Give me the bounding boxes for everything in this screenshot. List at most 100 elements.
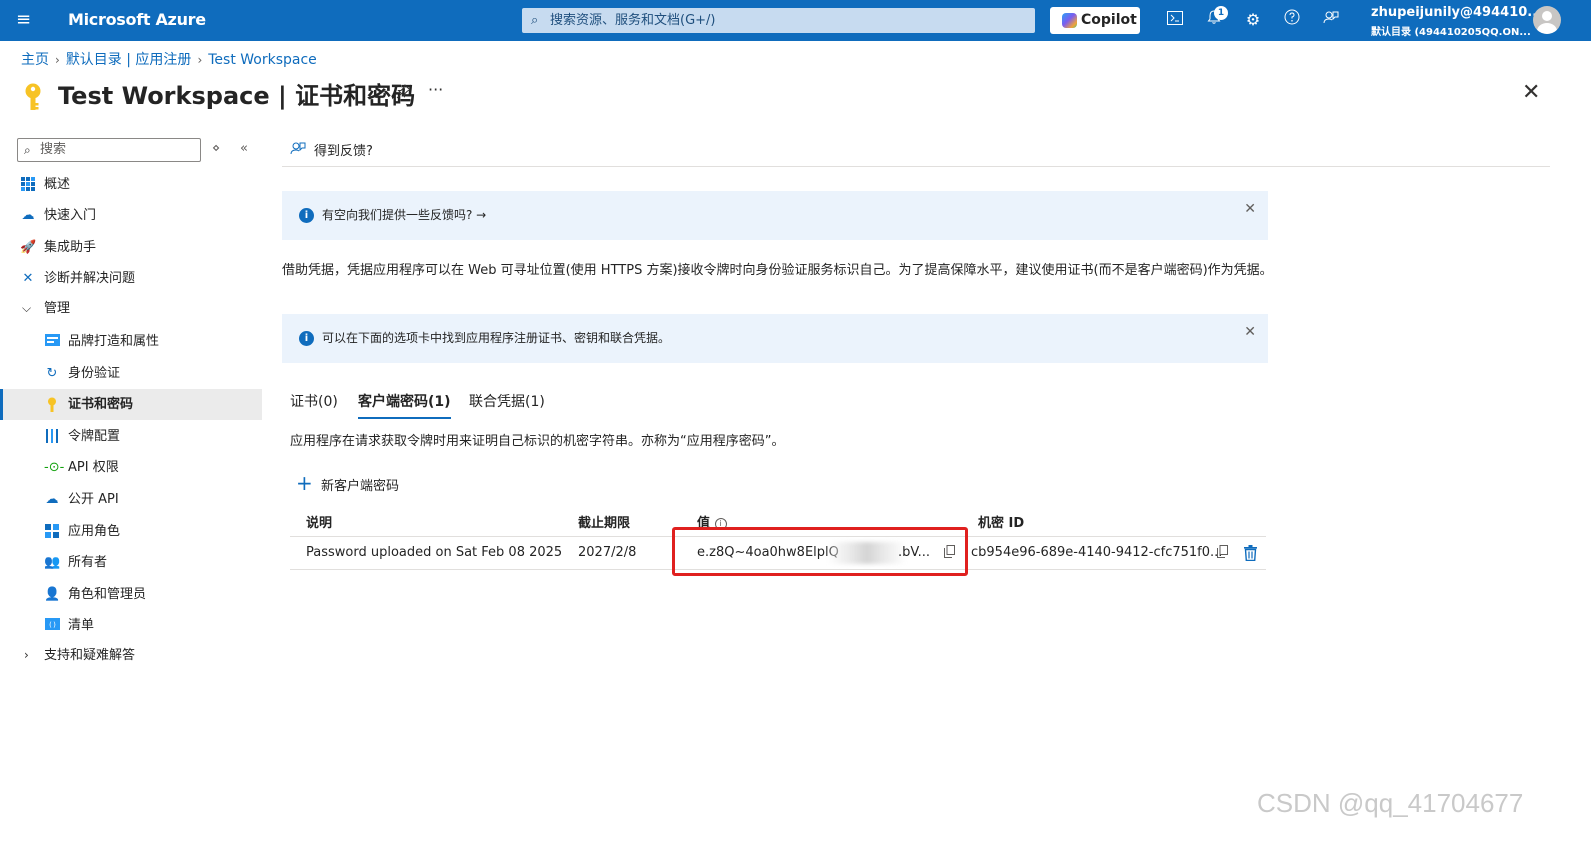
- sidebar-item-app-roles[interactable]: 应用角色: [0, 516, 262, 547]
- sidebar-item-certificates-secrets[interactable]: 证书和密码: [0, 389, 262, 420]
- key-icon: [44, 397, 60, 413]
- copilot-button[interactable]: Copilot: [1050, 7, 1140, 34]
- plus-icon: +: [296, 471, 313, 495]
- help-icon[interactable]: [1281, 9, 1303, 31]
- sidebar-item-label: 所有者: [68, 555, 108, 570]
- manifest-icon: (): [44, 618, 60, 634]
- secret-expires-cell: 2027/2/8: [578, 545, 637, 560]
- sidebar-item-label: 诊断并解决问题: [44, 271, 136, 286]
- highlight-annotation-box: [672, 527, 968, 576]
- watermark: CSDN @qq_41704677: [1257, 788, 1524, 818]
- cloud-api-icon: ☁: [45, 492, 59, 507]
- app-roles-icon: [44, 524, 60, 540]
- get-feedback-button[interactable]: 得到反馈?: [290, 140, 373, 159]
- close-icon[interactable]: ✕: [1244, 185, 1256, 234]
- close-icon[interactable]: ✕: [1244, 308, 1256, 357]
- sidebar-item-label: 身份验证: [68, 366, 121, 381]
- pin-icon[interactable]: [396, 84, 411, 103]
- avatar[interactable]: [1533, 6, 1561, 34]
- tab-client-secrets[interactable]: 客户端密码(1): [358, 391, 451, 419]
- account-name[interactable]: zhupeijunily@494410...: [1371, 5, 1542, 20]
- global-search-placeholder: 搜索资源、服务和文档(G+/): [550, 13, 716, 28]
- column-header-description[interactable]: 说明: [306, 512, 332, 531]
- sidebar-item-label: 公开 API: [68, 492, 119, 507]
- feedback-icon: [290, 140, 306, 160]
- account-directory[interactable]: 默认目录 (494410205QQ.ON...: [1371, 23, 1531, 38]
- sidebar-item-branding[interactable]: 品牌打造和属性: [0, 326, 262, 357]
- notification-count-badge: 1: [1214, 6, 1228, 20]
- sidebar-item-manifest[interactable]: () 清单: [0, 610, 262, 641]
- rocket-icon: 🚀: [20, 240, 37, 255]
- api-permissions-icon: -⊙-: [44, 460, 65, 475]
- info-banner-text: 可以在下面的选项卡中找到应用程序注册证书、密钥和联合凭据。: [322, 331, 671, 345]
- delete-trash-icon[interactable]: [1244, 545, 1257, 561]
- cloud-shell-icon[interactable]: [1164, 9, 1186, 31]
- breadcrumb-app-registrations-link[interactable]: 默认目录 | 应用注册: [66, 52, 192, 68]
- sidebar-item-label: 品牌打造和属性: [68, 334, 160, 349]
- sidebar-item-owners[interactable]: 👥 所有者: [0, 547, 262, 578]
- close-icon[interactable]: ✕: [1522, 80, 1540, 105]
- chevron-right-icon: ›: [24, 648, 29, 662]
- hamburger-menu-icon[interactable]: ≡: [16, 11, 34, 29]
- global-search-input[interactable]: ⌕ 搜索资源、服务和文档(G+/): [522, 8, 1035, 33]
- page-title: Test Workspace | 证书和密码: [58, 82, 416, 110]
- svg-text:(): (): [48, 621, 56, 629]
- sidebar-group-support[interactable]: › 支持和疑难解答: [0, 640, 262, 671]
- owners-icon: 👥: [44, 555, 61, 570]
- collapse-sidebar-icon[interactable]: «: [240, 141, 248, 156]
- cloud-quickstart-icon: ☁: [21, 208, 35, 223]
- credentials-description: 借助凭据，凭据应用程序可以在 Web 可寻址位置(使用 HTTPS 方案)接收令…: [282, 263, 1273, 278]
- sidebar-group-manage[interactable]: ⌵ 管理: [0, 293, 262, 324]
- search-icon: ⌕: [24, 143, 31, 157]
- brand-title[interactable]: Microsoft Azure: [68, 10, 206, 29]
- sidebar-item-label: 证书和密码: [68, 397, 134, 412]
- get-feedback-label: 得到反馈?: [314, 144, 373, 159]
- copilot-logo-icon: [1062, 13, 1077, 28]
- settings-gear-icon[interactable]: ⚙: [1242, 9, 1264, 31]
- command-bar: 得到反馈?: [282, 137, 1550, 167]
- sidebar-item-overview[interactable]: 概述: [0, 169, 262, 200]
- sidebar-item-label: API 权限: [68, 460, 119, 475]
- sidebar-item-token-configuration[interactable]: 令牌配置: [0, 421, 262, 452]
- sidebar-item-quickstart[interactable]: ☁ 快速入门: [0, 200, 262, 231]
- authentication-icon: ↻: [46, 366, 58, 381]
- tab-certificates[interactable]: 证书(0): [290, 391, 338, 419]
- breadcrumb-workspace-link[interactable]: Test Workspace: [208, 52, 317, 68]
- sidebar-item-label: 概述: [44, 177, 71, 192]
- expand-collapse-icon[interactable]: ⋄: [212, 141, 220, 156]
- copilot-label: Copilot: [1081, 12, 1137, 28]
- secret-id-cell: cb954e96-689e-4140-9412-cfc751f0...: [971, 545, 1223, 560]
- sidebar-item-label: 支持和疑难解答: [44, 648, 136, 663]
- sidebar-item-label: 快速入门: [44, 208, 97, 223]
- chevron-right-icon: ›: [55, 53, 60, 67]
- feedback-banner-link[interactable]: 有空向我们提供一些反馈吗? →: [322, 208, 486, 222]
- info-banner: i 可以在下面的选项卡中找到应用程序注册证书、密钥和联合凭据。 ✕: [282, 314, 1268, 363]
- feedback-banner: i 有空向我们提供一些反馈吗? → ✕: [282, 191, 1268, 240]
- new-client-secret-button[interactable]: + 新客户端密码: [296, 471, 400, 495]
- copy-icon[interactable]: [1217, 545, 1228, 562]
- secret-description-cell: Password uploaded on Sat Feb 08 2025: [306, 545, 563, 560]
- sidebar-item-api-permissions[interactable]: -⊙- API 权限: [0, 452, 262, 483]
- sidebar-item-integration-assistant[interactable]: 🚀 集成助手: [0, 232, 262, 263]
- tab-description: 应用程序在请求获取令牌时用来证明自己标识的机密字符串。亦称为“应用程序密码”。: [290, 434, 785, 449]
- new-client-secret-label: 新客户端密码: [321, 479, 400, 494]
- sidebar-search-input[interactable]: ⌕ 搜索: [17, 138, 201, 162]
- sidebar-item-authentication[interactable]: ↻ 身份验证: [0, 358, 262, 389]
- info-icon: i: [299, 208, 314, 223]
- column-header-expires[interactable]: 截止期限: [578, 512, 630, 531]
- overview-grid-icon: [20, 177, 36, 193]
- chevron-down-icon: ⌵: [22, 301, 32, 315]
- tab-federated-credentials[interactable]: 联合凭据(1): [469, 391, 545, 419]
- sidebar-item-expose-api[interactable]: ☁ 公开 API: [0, 484, 262, 515]
- breadcrumb-home-link[interactable]: 主页: [21, 52, 49, 68]
- chevron-right-icon: ›: [197, 53, 203, 67]
- more-options-icon[interactable]: ···: [428, 80, 443, 99]
- token-configuration-icon: [44, 429, 60, 445]
- column-header-secret-id[interactable]: 机密 ID: [978, 512, 1024, 531]
- sidebar-item-roles-admins[interactable]: 👤 角色和管理员: [0, 579, 262, 610]
- sidebar-item-label: 令牌配置: [68, 429, 121, 444]
- breadcrumb: 主页 › 默认目录 | 应用注册 › Test Workspace: [21, 49, 317, 69]
- roles-admins-icon: 👤: [44, 587, 61, 602]
- feedback-icon[interactable]: [1320, 9, 1342, 31]
- sidebar-item-diagnose[interactable]: ✕ 诊断并解决问题: [0, 263, 262, 294]
